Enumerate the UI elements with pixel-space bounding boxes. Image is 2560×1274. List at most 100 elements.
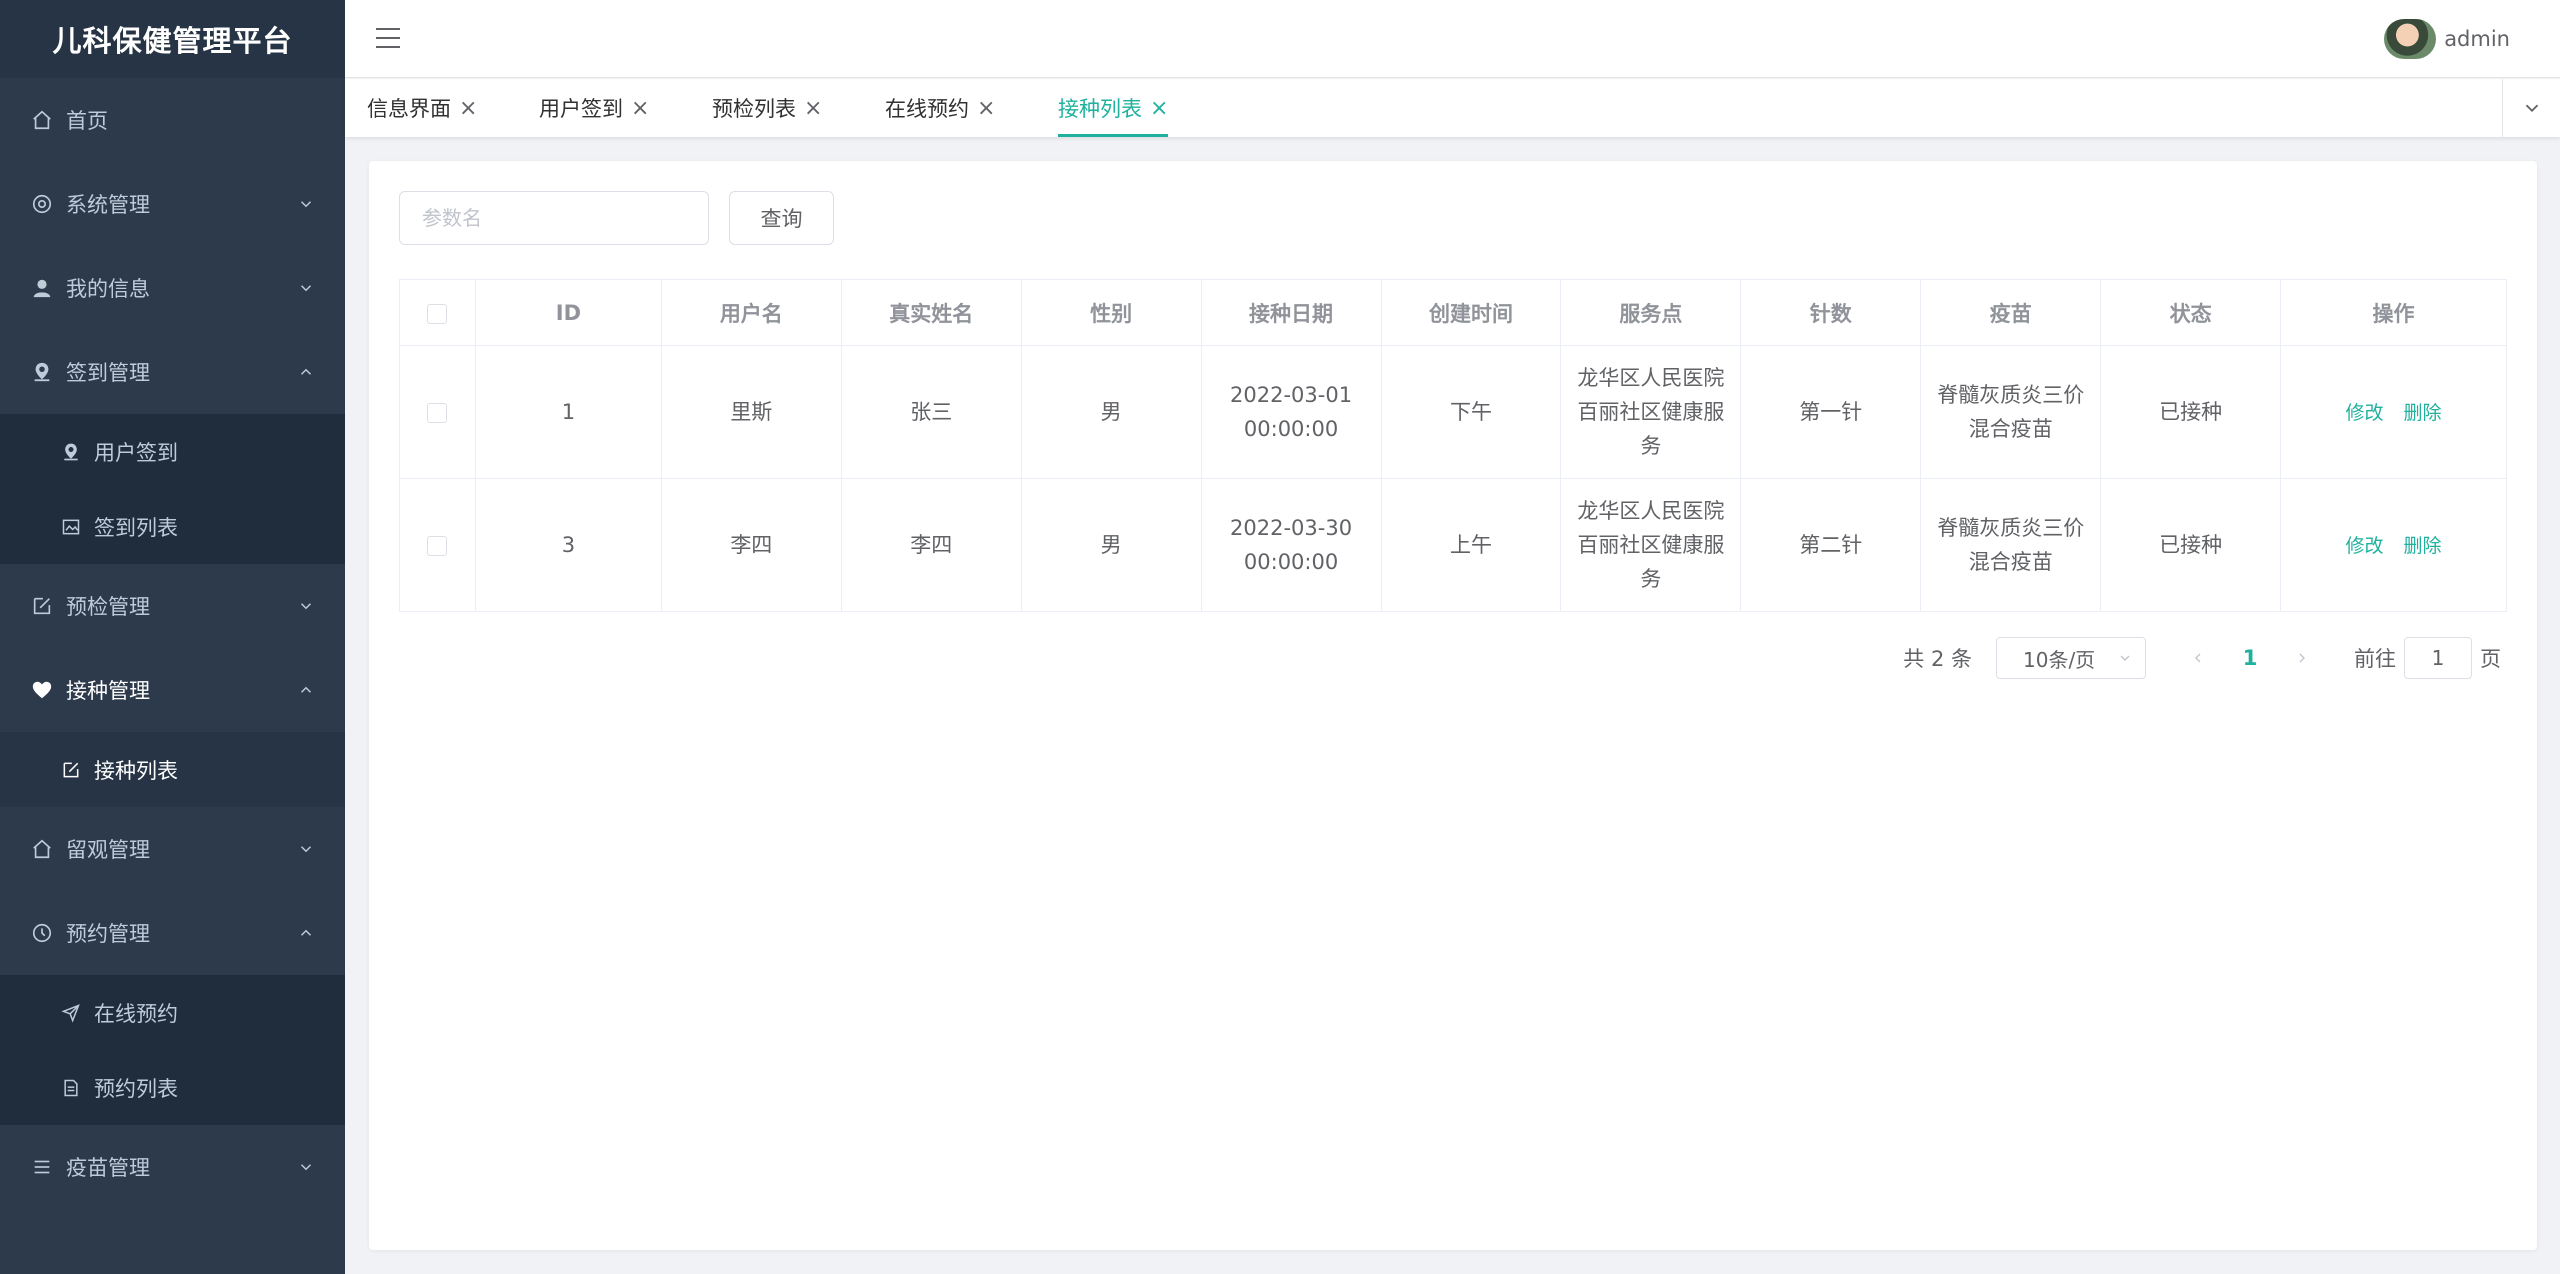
username: admin <box>2444 27 2510 51</box>
edit-link[interactable]: 修改 <box>2346 535 2384 557</box>
sidebar-item-signin[interactable]: 签到管理 <box>0 330 345 414</box>
cell-username: 里斯 <box>660 345 842 479</box>
cell-date: 2022-03-30 00:00:00 <box>1200 478 1382 612</box>
sidebar-item-label: 接种列表 <box>94 758 178 783</box>
select-all-cell <box>399 279 476 346</box>
sidebar-item-label: 签到管理 <box>66 361 150 385</box>
chevron-right-icon <box>2299 653 2305 663</box>
row-select-cell <box>399 345 476 479</box>
sidebar-item-label: 预约管理 <box>66 922 150 946</box>
sidebar-item-label: 系统管理 <box>66 193 150 217</box>
sidebar-item-user-signin[interactable]: 用户签到 <box>0 414 345 489</box>
page-size-value: 10条/页 <box>2023 647 2096 672</box>
sidebar-item-label: 预检管理 <box>66 595 150 619</box>
user-menu[interactable]: admin <box>2384 19 2510 59</box>
sidebar-item-signin-list[interactable]: 签到列表 <box>0 489 345 564</box>
app-logo: 儿科保健管理平台 <box>0 0 345 78</box>
submenu-signin: 用户签到 签到列表 <box>0 414 345 564</box>
column-header: 接种日期 <box>1200 279 1382 346</box>
sidebar-item-label: 我的信息 <box>66 277 150 301</box>
sidebar-item-appointment[interactable]: 预约管理 <box>0 891 345 975</box>
table-row: 1 里斯 张三 男 2022-03-01 00:00:00 下午 龙华区人民医院… <box>399 345 2507 479</box>
select-all-checkbox[interactable] <box>427 303 448 324</box>
cell-actions: 修改 删除 <box>2280 478 2507 612</box>
sidebar-item-label: 疫苗管理 <box>66 1156 150 1180</box>
cell-created: 上午 <box>1380 478 1562 612</box>
submenu-vaccination: 接种列表 <box>0 732 345 807</box>
tab-vaccination-list[interactable]: 接种列表 × <box>1058 79 1168 137</box>
chevron-up-icon <box>300 686 312 693</box>
sidebar-item-appointment-list[interactable]: 预约列表 <box>0 1050 345 1125</box>
goto-suffix: 页 <box>2480 647 2501 671</box>
avatar <box>2384 19 2437 59</box>
sidebar-item-online-appointment[interactable]: 在线预约 <box>0 975 345 1050</box>
edit-link[interactable]: 修改 <box>2346 402 2384 424</box>
chevron-down-icon <box>300 603 312 610</box>
submenu-appointment: 在线预约 预约列表 <box>0 975 345 1125</box>
delete-link[interactable]: 删除 <box>2404 402 2442 424</box>
chevron-down-icon <box>2120 655 2130 661</box>
chevron-down-icon <box>300 201 312 208</box>
next-page-button[interactable] <box>2280 636 2324 680</box>
close-icon[interactable]: × <box>1150 96 1168 121</box>
close-icon[interactable]: × <box>631 96 649 121</box>
cell-vaccine: 脊髓灰质炎三价混合疫苗 <box>1920 478 2102 612</box>
tab-label: 信息界面 <box>367 97 451 121</box>
sidebar-item-vaccination[interactable]: 接种管理 <box>0 648 345 732</box>
close-icon[interactable]: × <box>977 96 995 121</box>
clock-icon <box>30 921 54 945</box>
table-row: 3 李四 李四 男 2022-03-30 00:00:00 上午 龙华区人民医院… <box>399 478 2507 612</box>
total-count: 共 2 条 <box>1903 647 1972 671</box>
delete-link[interactable]: 删除 <box>2404 535 2442 557</box>
cell-realname: 李四 <box>840 478 1022 612</box>
sidebar-item-precheck[interactable]: 预检管理 <box>0 564 345 648</box>
chevron-left-icon <box>2195 653 2201 663</box>
sidebar-item-label: 留观管理 <box>66 838 150 862</box>
tab-user-signin[interactable]: 用户签到 × <box>539 79 649 137</box>
tab-label: 在线预约 <box>885 97 969 121</box>
sidebar-item-label: 用户签到 <box>94 440 178 465</box>
row-checkbox[interactable] <box>427 536 448 556</box>
column-header: 服务点 <box>1560 279 1742 346</box>
tabs-dropdown-button[interactable] <box>2502 79 2560 137</box>
content-card: 查询 ID 用户名 真实姓名 性别 接种日期 创建时间 服务点 针数 疫苗 状态… <box>369 161 2537 1250</box>
tab-info[interactable]: 信息界面 × <box>367 79 477 137</box>
sidebar-item-label: 签到列表 <box>94 515 178 540</box>
picture-icon <box>60 516 82 538</box>
sidebar-item-vaccination-list[interactable]: 接种列表 <box>0 732 345 807</box>
row-checkbox[interactable] <box>427 403 448 423</box>
sidebar-item-vaccine[interactable]: 疫苗管理 <box>0 1125 345 1209</box>
location-icon <box>30 360 54 384</box>
location-icon <box>60 441 82 463</box>
column-header: 创建时间 <box>1380 279 1562 346</box>
sidebar-item-observation[interactable]: 留观管理 <box>0 807 345 891</box>
chevron-down-icon <box>300 285 312 292</box>
cell-status: 已接种 <box>2100 478 2282 612</box>
chevron-down-icon <box>2525 104 2538 113</box>
tab-online-appointment[interactable]: 在线预约 × <box>885 79 995 137</box>
cell-username: 李四 <box>660 478 842 612</box>
sidebar-item-home[interactable]: 首页 <box>0 78 345 162</box>
page-number-current[interactable]: 1 <box>2220 646 2280 670</box>
column-header: 性别 <box>1020 279 1202 346</box>
cell-gender: 男 <box>1020 478 1202 612</box>
chevron-down-icon <box>300 846 312 853</box>
close-icon[interactable]: × <box>459 96 477 121</box>
column-header: 针数 <box>1740 279 1922 346</box>
tab-label: 预检列表 <box>712 97 796 121</box>
close-icon[interactable]: × <box>804 96 822 121</box>
goto-page-input[interactable] <box>2404 637 2472 679</box>
sidebar-item-label: 接种管理 <box>66 679 150 703</box>
page-size-select[interactable]: 10条/页 <box>1996 637 2146 679</box>
query-button[interactable]: 查询 <box>729 191 834 245</box>
sidebar-item-system[interactable]: 系统管理 <box>0 162 345 246</box>
tab-label: 用户签到 <box>539 97 623 121</box>
prev-page-button[interactable] <box>2176 636 2220 680</box>
tab-precheck-list[interactable]: 预检列表 × <box>712 79 822 137</box>
app-title: 儿科保健管理平台 <box>52 24 293 58</box>
sidebar-item-myinfo[interactable]: 我的信息 <box>0 246 345 330</box>
edit-icon <box>30 594 54 618</box>
hamburger-icon[interactable] <box>375 27 401 49</box>
cell-gender: 男 <box>1020 345 1202 479</box>
search-input[interactable] <box>399 191 709 245</box>
